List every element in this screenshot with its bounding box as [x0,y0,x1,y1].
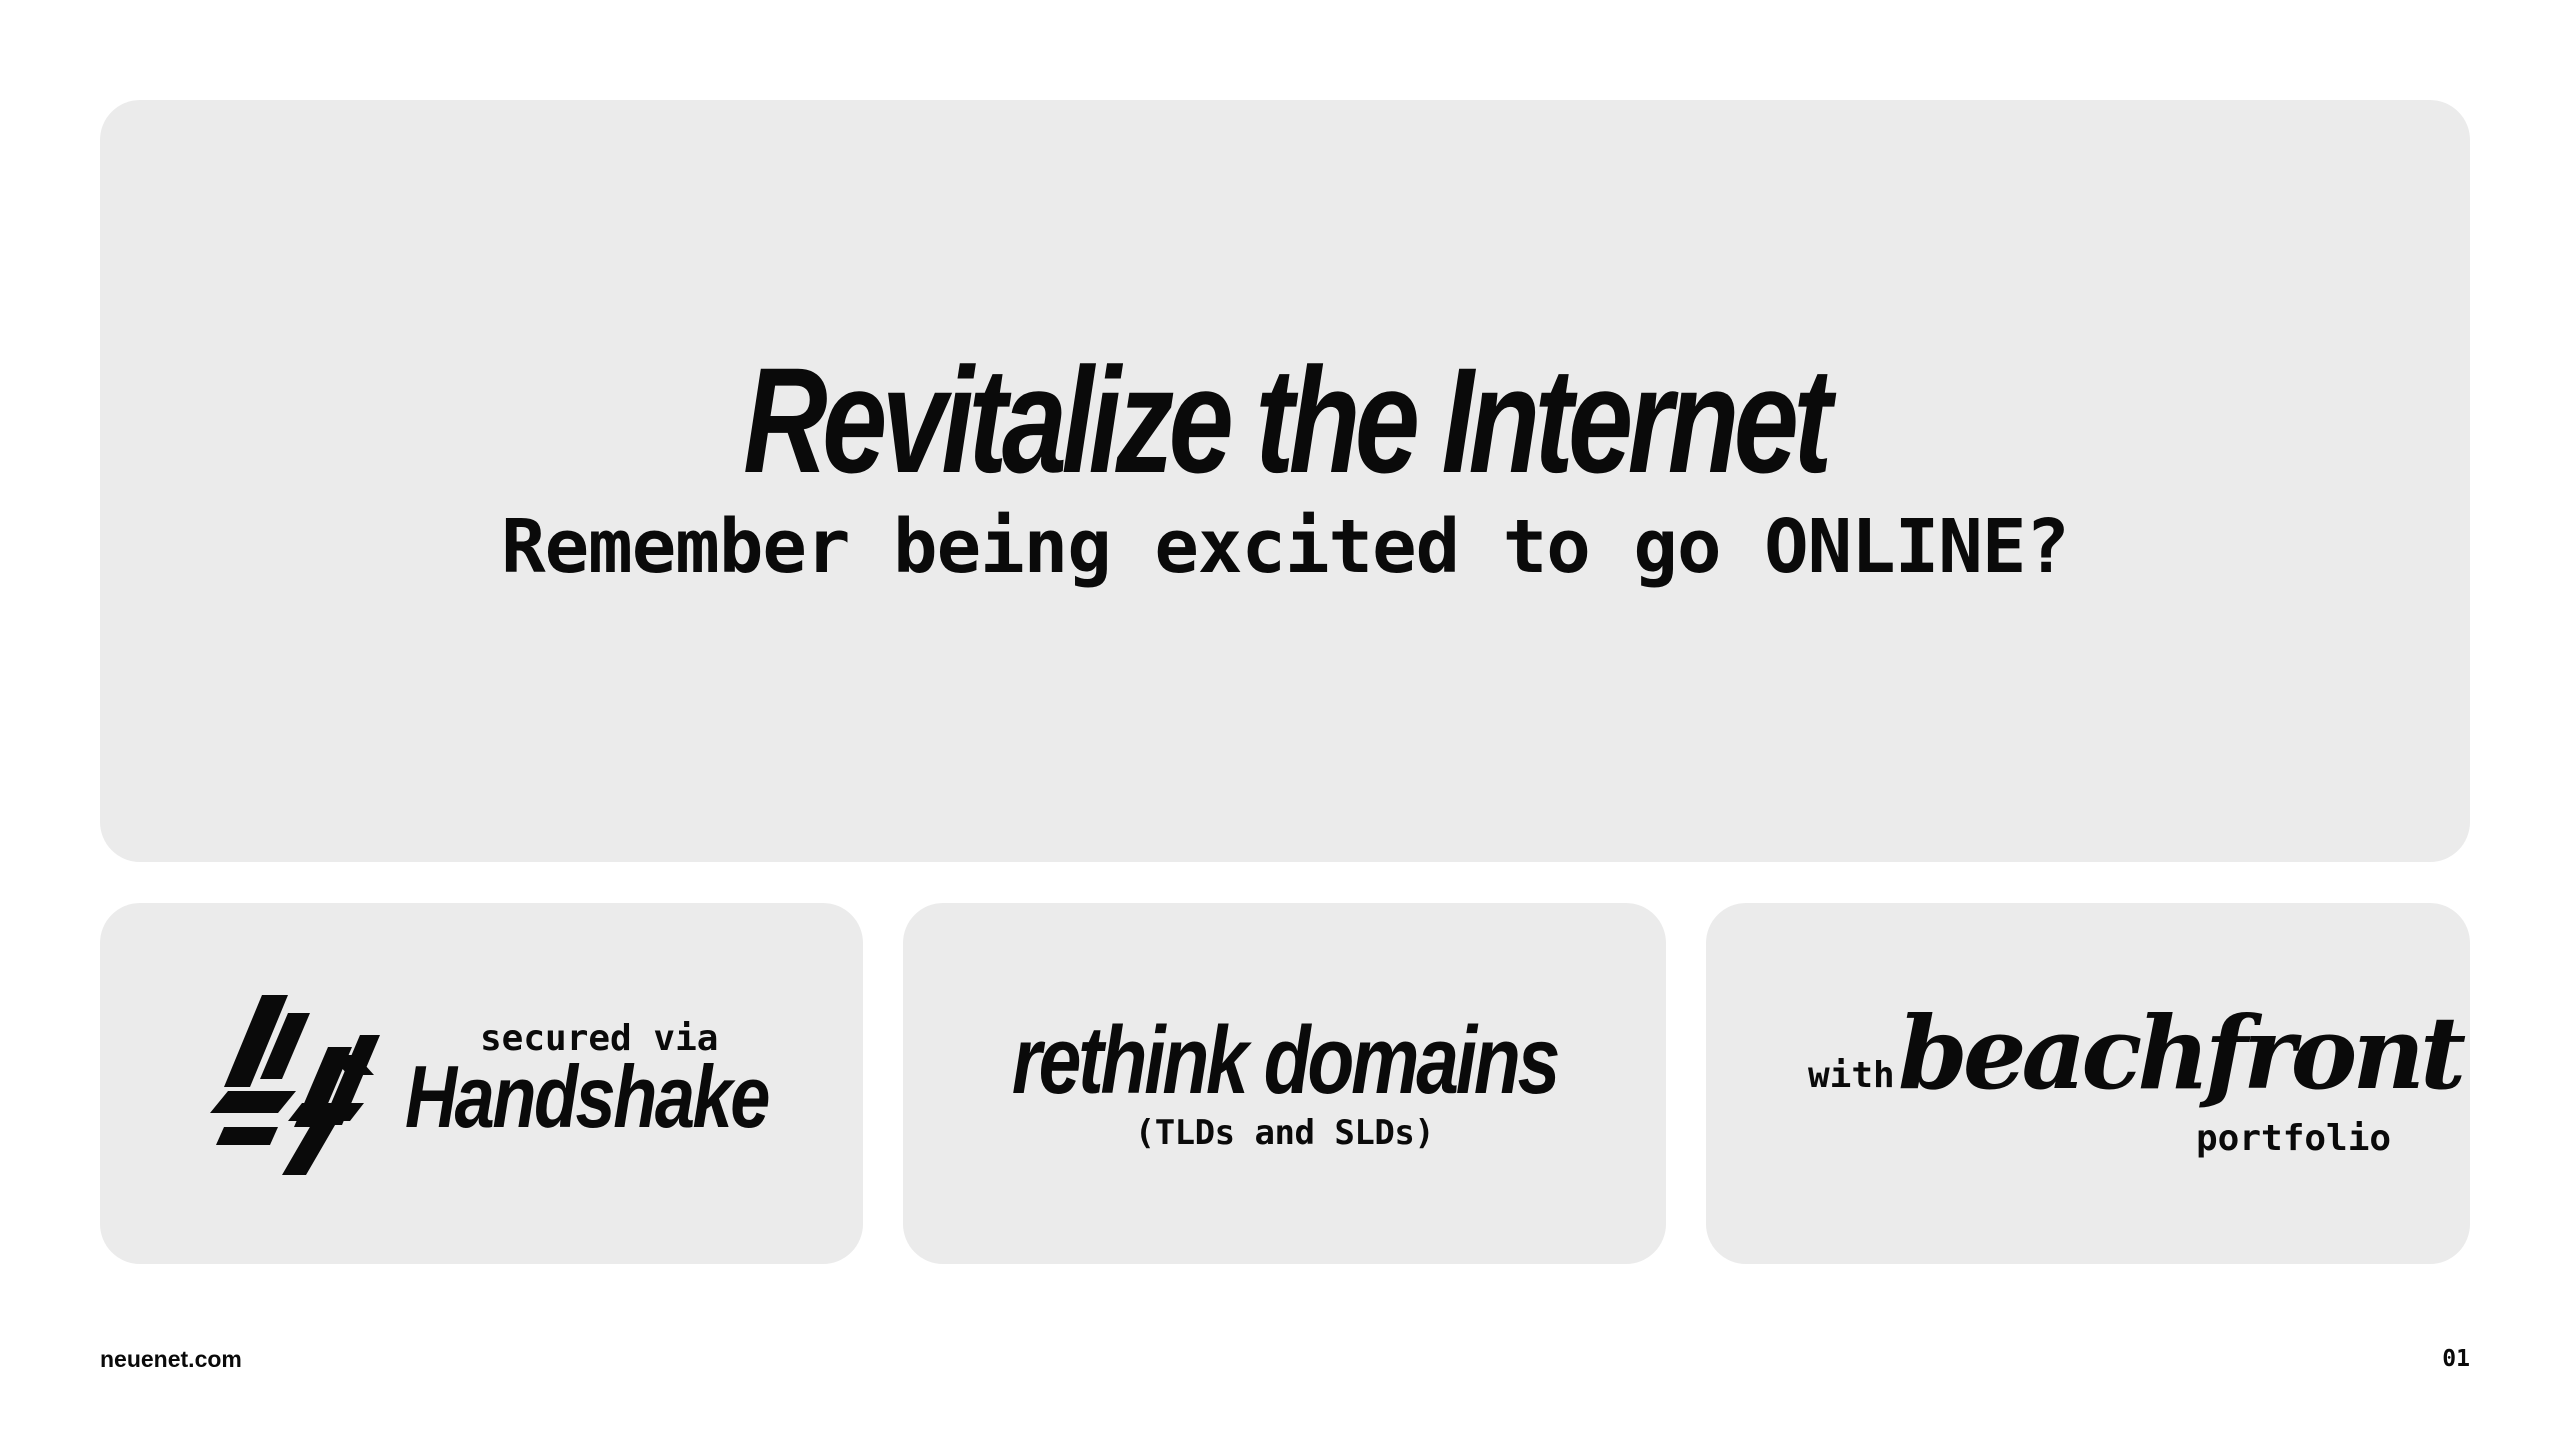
hero-card: Revitalize the Internet Remember being e… [100,100,2470,862]
domains-subtitle: (TLDs and SLDs) [1134,1113,1435,1153]
footer-site: neuenet.com [100,1346,242,1372]
handshake-name: Handshake [405,1047,770,1146]
beachfront-name: beachfront [1898,994,2466,1112]
with-label: with [1808,1055,1895,1096]
handshake-logo-icon [210,995,380,1175]
domains-title: rethink domains [1011,1007,1560,1114]
beachfront-card: with beachfront portfolio [1706,903,2470,1264]
portfolio-label: portfolio [2196,1118,2392,1159]
page-number: 01 [2442,1346,2470,1372]
domains-card: rethink domains (TLDs and SLDs) [903,903,1666,1264]
hero-subtitle: Remember being excited to go ONLINE? [501,504,2070,590]
hero-title: Revitalize the Internet [743,336,1832,504]
handshake-card: secured via Handshake [100,903,863,1264]
